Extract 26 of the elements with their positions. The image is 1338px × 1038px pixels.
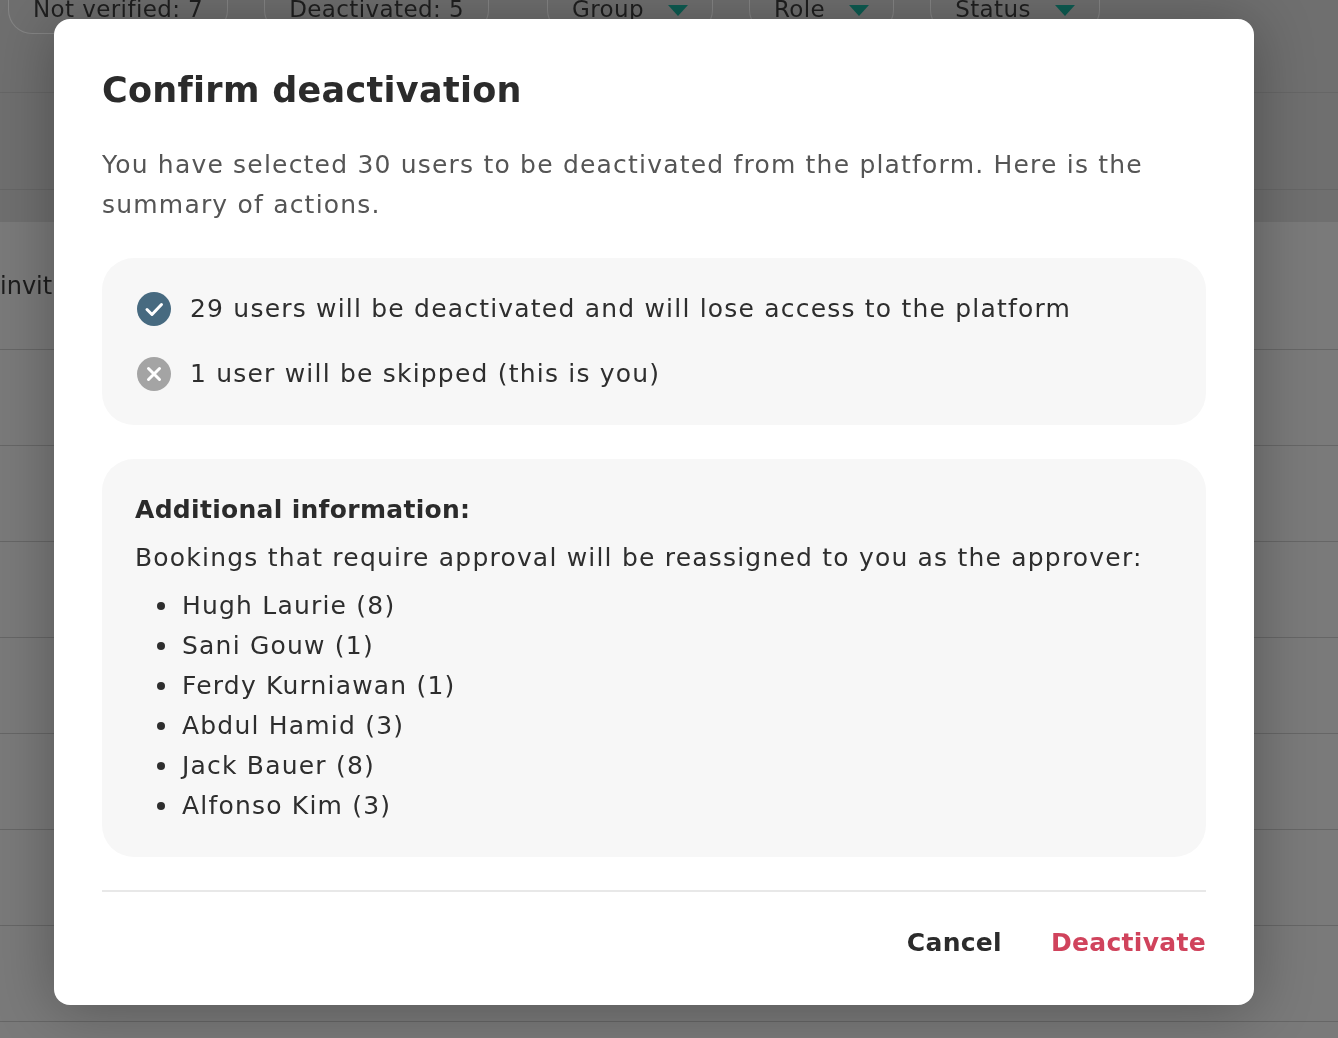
bullet-icon	[157, 682, 165, 690]
bullet-icon	[157, 642, 165, 650]
caret-down-icon	[667, 5, 688, 16]
table-cell: invit	[0, 270, 53, 301]
deactivate-button[interactable]: Deactivate	[1051, 918, 1206, 966]
dialog-title: Confirm deactivation	[102, 69, 523, 111]
summary-item-text: 29 users will be deactivated and will lose access to the platform	[190, 293, 1072, 325]
bullet-icon	[157, 802, 165, 810]
dialog-message: You have selected 30 users to be deactivated from the platform. Here is the summary of actions.	[102, 149, 1144, 221]
approver-name: Hugh Laurie (8)	[182, 590, 396, 622]
bullet-icon	[157, 762, 165, 770]
cancel-button[interactable]: Cancel	[906, 918, 1002, 966]
summary-item-text: 1 user will be skipped (this is you)	[190, 358, 661, 390]
additional-info-text: Bookings that require approval will be reassigned to you as the approver:	[135, 542, 1144, 574]
approver-name: Ferdy Kurniawan (1)	[182, 670, 456, 702]
caret-down-icon	[849, 5, 870, 16]
approver-name: Abdul Hamid (3)	[182, 710, 405, 742]
approver-name: Jack Bauer (8)	[182, 750, 375, 782]
x-circle-icon	[137, 357, 171, 391]
approver-name: Alfonso Kim (3)	[182, 790, 392, 822]
bullet-icon	[157, 602, 165, 610]
caret-down-icon	[1054, 5, 1075, 16]
additional-info-heading: Additional information:	[135, 494, 472, 526]
check-circle-icon	[137, 292, 171, 326]
bullet-icon	[157, 722, 165, 730]
approver-name: Sani Gouw (1)	[182, 630, 374, 662]
